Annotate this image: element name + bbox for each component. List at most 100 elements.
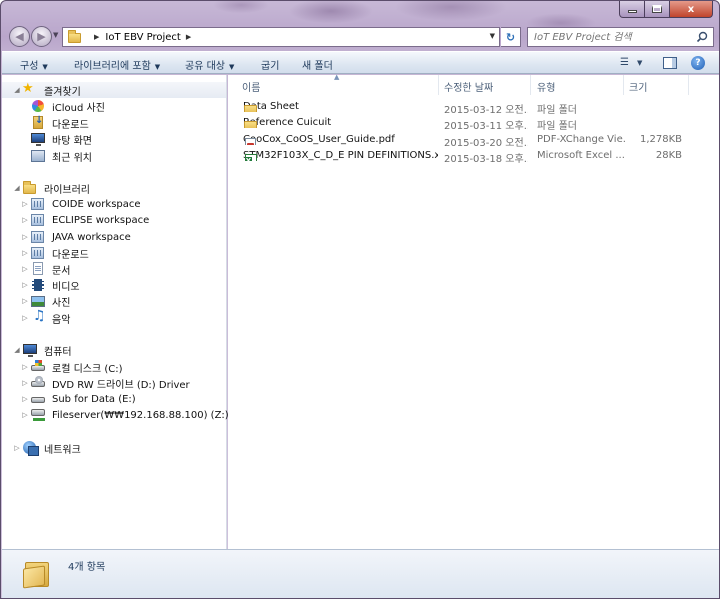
forward-arrow-icon: ▶	[37, 30, 46, 43]
column-header-type[interactable]: 유형	[537, 79, 555, 94]
sidebar-item-eclipse-workspace[interactable]: ▷ ECLIPSE workspace	[20, 212, 149, 228]
close-button[interactable]: x	[670, 1, 713, 18]
expand-icon[interactable]: ▷	[20, 233, 30, 241]
burn-button[interactable]: 굽기	[261, 57, 279, 72]
sidebar-item-drive-e[interactable]: ▷ Sub for Data (E:)	[20, 391, 135, 407]
search-input[interactable]	[534, 31, 694, 43]
expand-icon[interactable]: ▷	[20, 314, 30, 322]
sidebar-item-pictures[interactable]: ▷ 사진	[20, 293, 70, 309]
folder-icon	[67, 30, 83, 44]
breadcrumb-separator-icon[interactable]: ▶	[186, 33, 191, 41]
sidebar-item-desktop[interactable]: 바탕 화면	[30, 131, 92, 147]
file-name-cell: STM32F103X_C_D_E PIN DEFINITIONS.x...	[243, 150, 438, 161]
collapse-icon[interactable]: ◢	[12, 346, 22, 354]
sidebar-item-videos[interactable]: ▷ 비디오	[20, 277, 80, 293]
address-bar[interactable]: ▶ IoT EBV Project ▶ ▼	[62, 27, 500, 47]
details-pane: 4개 항목	[2, 549, 719, 598]
tree-computer[interactable]: ◢ 컴퓨터	[12, 342, 72, 358]
column-divider[interactable]	[438, 75, 439, 95]
back-button[interactable]: ◀	[9, 26, 30, 47]
forward-button[interactable]: ▶	[31, 26, 52, 47]
tree-label: 라이브러리	[44, 184, 90, 196]
address-dropdown-icon[interactable]: ▼	[490, 32, 495, 40]
maximize-icon	[652, 5, 662, 13]
collapse-icon[interactable]: ◢	[12, 184, 22, 192]
sidebar-item-documents[interactable]: ▷ 문서	[20, 261, 70, 277]
search-icon[interactable]	[696, 31, 708, 43]
refresh-button[interactable]: ↻	[501, 27, 521, 47]
sidebar-item-icloud-photos[interactable]: iCloud 사진	[30, 98, 105, 114]
sidebar-item-drive-d[interactable]: ▷ DVD RW 드라이브 (D:) Driver	[20, 375, 190, 391]
column-header-size[interactable]: 크기	[629, 79, 647, 94]
pdf-icon	[243, 136, 259, 145]
file-size: 28KB	[655, 150, 682, 161]
expand-icon[interactable]: ▷	[20, 249, 30, 257]
maximize-button[interactable]	[645, 1, 670, 18]
tree-favorites[interactable]: ◢ ★ 즐겨찾기	[2, 81, 226, 98]
expand-icon[interactable]: ▷	[20, 281, 30, 289]
help-icon[interactable]: ?	[691, 56, 705, 70]
music-icon: ♫	[33, 308, 46, 324]
sidebar-item-drive-c[interactable]: ▷ 로컬 디스크 (C:)	[20, 359, 123, 375]
tree-label: iCloud 사진	[52, 102, 105, 114]
new-folder-button[interactable]: 새 폴더	[302, 57, 333, 72]
chevron-down-icon: ▼	[154, 63, 161, 71]
tree-label: 사진	[52, 297, 71, 309]
sidebar-item-coide-workspace[interactable]: ▷ COIDE workspace	[20, 196, 141, 212]
downloads-icon	[30, 115, 46, 130]
column-divider[interactable]	[688, 75, 689, 95]
sidebar-item-drive-z[interactable]: ▷ Fileserver(₩₩192.168.88.100) (Z:)	[20, 407, 229, 423]
file-row[interactable]: STM32F103X_C_D_E PIN DEFINITIONS.x... 20…	[240, 148, 710, 165]
new-folder-label: 새 폴더	[302, 61, 333, 72]
expand-icon[interactable]: ▷	[12, 444, 22, 452]
breadcrumb-item[interactable]: IoT EBV Project	[105, 32, 180, 43]
folder-icon	[243, 103, 259, 112]
include-in-library-menu[interactable]: 라이브러리에 포함 ▼	[74, 57, 160, 72]
file-row[interactable]: CooCox_CoOS_User_Guide.pdf 2015-03-20 오전…	[240, 132, 710, 149]
expand-icon[interactable]: ▷	[20, 200, 30, 208]
recent-pages-dropdown[interactable]: ▼	[53, 31, 58, 39]
column-divider[interactable]	[530, 75, 531, 95]
tree-network[interactable]: ▷ 네트워크	[12, 440, 81, 456]
preview-pane-icon[interactable]	[663, 57, 677, 69]
tree-libraries[interactable]: ◢ 라이브러리	[12, 180, 90, 196]
file-date: 2015-03-11 오후...	[444, 121, 528, 132]
breadcrumb-separator-icon[interactable]: ▶	[94, 33, 99, 41]
minimize-button[interactable]	[619, 1, 645, 18]
library-icon	[30, 213, 46, 227]
file-date: 2015-03-18 오후...	[444, 154, 528, 165]
sidebar-item-recent-places[interactable]: 최근 위치	[30, 148, 92, 164]
collapse-icon[interactable]: ◢	[12, 86, 22, 94]
tree-label: 네트워크	[44, 444, 81, 456]
file-name: CooCox_CoOS_User_Guide.pdf	[243, 134, 395, 145]
file-row[interactable]: Data Sheet 2015-03-12 오전... 파일 폴더	[240, 99, 710, 116]
tree-label: Fileserver(₩₩192.168.88.100) (Z:)	[52, 409, 229, 421]
share-with-menu[interactable]: 공유 대상 ▼	[185, 57, 234, 72]
expand-icon[interactable]: ▷	[20, 216, 30, 224]
column-divider[interactable]	[623, 75, 624, 95]
sidebar-item-downloads[interactable]: 다운로드	[30, 115, 89, 131]
file-name-cell: CooCox_CoOS_User_Guide.pdf	[243, 134, 438, 145]
close-icon: x	[687, 3, 695, 15]
sidebar-item-java-workspace[interactable]: ▷ JAVA workspace	[20, 229, 131, 245]
desktop-icon	[30, 132, 46, 146]
sidebar-item-library-downloads[interactable]: ▷ 다운로드	[20, 245, 89, 261]
expand-icon[interactable]: ▷	[20, 297, 30, 305]
organize-menu[interactable]: 구성 ▼	[20, 57, 48, 72]
expand-icon[interactable]: ▷	[20, 379, 30, 387]
file-row[interactable]: Reference Cuicuit 2015-03-11 오후... 파일 폴더	[240, 115, 710, 132]
expand-icon[interactable]: ▷	[20, 411, 30, 419]
chevron-down-icon: ▼	[228, 63, 235, 71]
expand-icon[interactable]: ▷	[20, 265, 30, 273]
column-header-date[interactable]: 수정한 날짜	[444, 79, 493, 94]
change-view-button[interactable]: ☰ ▼	[620, 57, 642, 68]
library-icon	[30, 197, 46, 211]
sidebar-item-music[interactable]: ▷ ♫ 음악	[20, 308, 70, 326]
expand-icon[interactable]: ▷	[20, 363, 30, 371]
tree-label: 로컬 디스크 (C:)	[52, 363, 123, 375]
expand-icon[interactable]: ▷	[20, 395, 30, 403]
folder-icon	[23, 560, 50, 589]
file-date: 2015-03-20 오전...	[444, 138, 528, 149]
column-header-name[interactable]: 이름	[242, 79, 260, 94]
search-box[interactable]	[527, 27, 714, 47]
